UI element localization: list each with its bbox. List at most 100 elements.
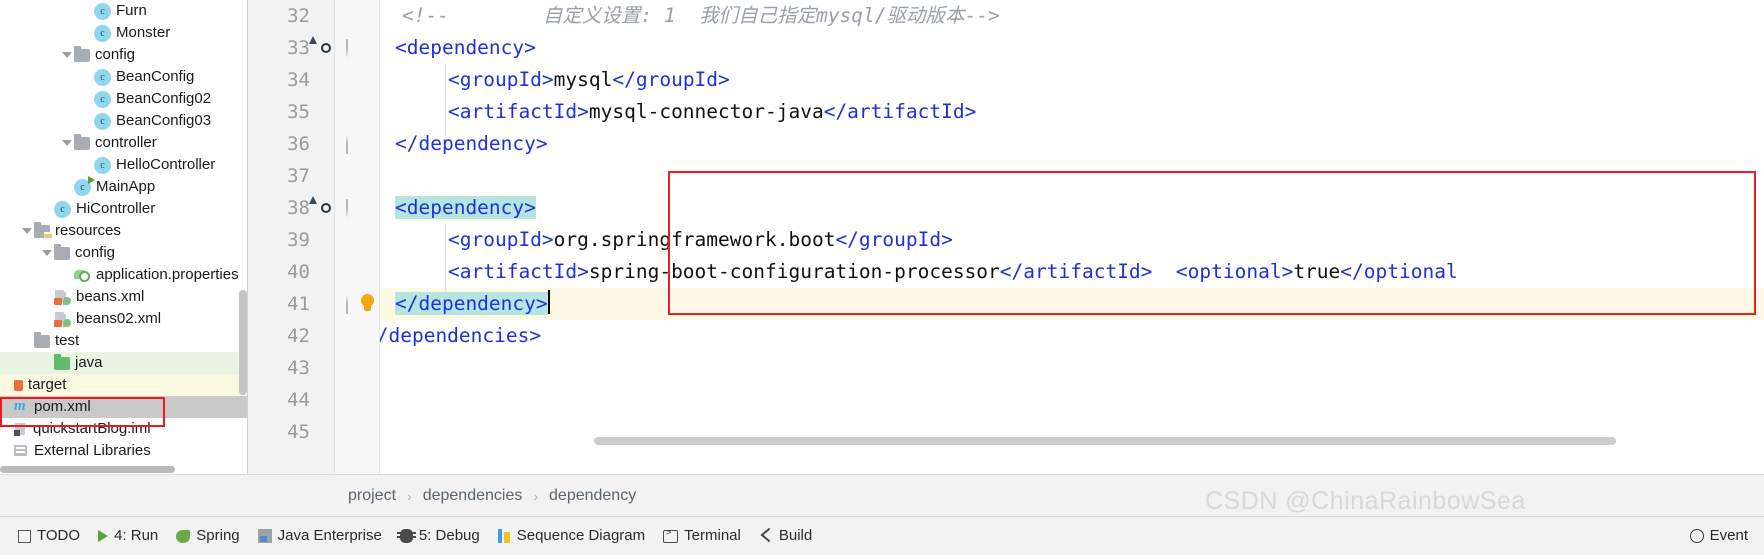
bottom-tool-4-run[interactable]: 4: Run [98,527,158,545]
code-line[interactable]: </dependency> [395,128,548,160]
tree-item-hellocontroller[interactable]: c HelloController [0,154,247,176]
tree-item-pom-xml[interactable]: pom.xml [0,396,247,418]
runnable-class-icon: c [74,175,95,196]
tree-item-external-libraries[interactable]: External Libraries [0,440,247,462]
bottom-tool-label: TODO [37,527,81,544]
class-icon: c [94,2,111,20]
tree-item-label: External Libraries [34,442,151,459]
code-line[interactable]: </dependencies> [380,320,541,352]
folder-icon [34,331,50,348]
class-icon: c [94,68,111,86]
expand-arrow-icon[interactable] [60,44,74,66]
tree-item-label: config [95,46,136,63]
expand-arrow-icon[interactable] [40,242,54,264]
breadcrumb-item-project[interactable]: project [346,487,398,505]
properties-file-icon [74,268,91,282]
expand-arrow-icon[interactable] [20,220,34,242]
fold-marker[interactable] [346,39,364,58]
tree-item-beanconfig02[interactable]: c BeanConfig02 [0,88,247,110]
tree-item-config[interactable]: config [0,242,247,264]
tree-item-test[interactable]: test [0,330,247,352]
indent-guide [445,224,446,296]
tree-item-application-properties[interactable]: application.properties [0,264,247,286]
tree-item-beans02-xml[interactable]: beans02.xml [0,308,247,330]
fold-gutter[interactable] [335,0,379,474]
tree-item-quickstartblog-iml[interactable]: quickstartBlog.iml [0,418,247,440]
line-number: 45 [287,421,310,443]
code-token: </dependency> [395,292,548,315]
sidebar-horizontal-scrollbar[interactable] [0,466,175,473]
project-tree-list: c Furn c Monster config c BeanConfig c BeanConfi… [0,0,247,462]
bottom-tool-java-enterprise[interactable]: Java Enterprise [257,527,382,545]
terminal-icon [663,528,679,543]
tree-item-hicontroller[interactable]: c HiController [0,198,247,220]
bottom-tool-todo[interactable]: TODO [18,527,80,545]
breadcrumb-item-dependency[interactable]: dependency [547,487,638,505]
tree-item-beans-xml[interactable]: beans.xml [0,286,247,308]
editor-horizontal-scrollbar[interactable] [594,437,1616,445]
sidebar-vertical-scrollbar[interactable] [239,290,247,395]
tree-item-label: controller [95,134,157,151]
tree-item-label: HelloController [116,156,216,173]
folder-icon [74,133,90,150]
debug-icon [396,529,416,543]
code-line[interactable]: <groupId>mysql</groupId> [448,64,730,96]
code-token: mysql [553,68,613,91]
tree-item-monster[interactable]: c Monster [0,22,247,44]
breadcrumb-separator-icon: › [407,487,412,504]
bottom-tool-sequence-diagram[interactable]: Sequence Diagram [497,527,645,545]
bottom-tool-build[interactable]: Build [759,527,812,545]
tree-item-label: config [75,244,116,261]
line-number: 34 [287,69,310,91]
line-number: 44 [287,389,310,411]
code-line[interactable]: <artifactId>mysql-connector-java</artifa… [448,96,976,128]
tree-item-resources[interactable]: resources [0,220,247,242]
tree-item-label: BeanConfig03 [116,112,212,129]
tree-item-config[interactable]: config [0,44,247,66]
bottom-tool-terminal[interactable]: Terminal [663,527,741,545]
spring-xml-icon [54,290,71,305]
tree-item-label: beans02.xml [76,310,162,327]
code-token: </groupId> [612,68,730,91]
bottom-tool-window-bar[interactable]: TODO 4: Run Spring Java Enterprise 5: Debug S… [0,516,1764,555]
breadcrumb-item-dependencies[interactable]: dependencies [421,487,525,505]
tree-item-java[interactable]: java [0,352,247,374]
tree-item-label: MainApp [96,178,156,195]
code-token: </dependency> [395,132,548,155]
maven-dependency-icon[interactable] [316,198,340,222]
tree-item-mainapp[interactable]: c MainApp [0,175,247,198]
code-line[interactable]: <dependency> [395,192,536,224]
code-text-area[interactable]: <!-- 自定义设置: 1 我们自己指定mysql/驱动版本--> <depend… [380,0,1764,474]
code-line[interactable]: <dependency> [395,32,536,64]
tree-item-furn[interactable]: c Furn [0,0,247,22]
code-line[interactable]: </dependency> [395,288,550,320]
maven-dependency-icon[interactable] [316,38,340,62]
spring-icon [176,529,191,543]
project-tree-panel[interactable]: c Furn c Monster config c BeanConfig c BeanConfi… [0,0,247,474]
fold-marker[interactable] [346,135,364,154]
code-line[interactable]: <!-- 自定义设置: 1 我们自己指定mysql/驱动版本--> [402,0,1000,32]
code-editor[interactable]: 32 33 34 35 36 37 38 39 40 41 42 43 44 45 <!-- 自定义设置:… [248,0,1764,474]
code-token: <artifactId> [448,260,589,283]
tree-item-controller[interactable]: controller [0,132,247,154]
line-number: 36 [287,133,310,155]
tree-item-target[interactable]: target [0,374,247,396]
bottom-tool-5-debug[interactable]: 5: Debug [396,527,480,545]
code-line[interactable]: <groupId>org.springframework.boot</group… [448,224,953,256]
tree-item-beanconfig[interactable]: c BeanConfig [0,66,247,88]
line-number: 37 [287,165,310,187]
expand-arrow-icon[interactable] [60,132,74,154]
bottom-tool-spring[interactable]: Spring [176,527,240,545]
bottom-tool-label: Java Enterprise [277,527,382,544]
fold-marker[interactable] [346,199,364,218]
breadcrumb-bar[interactable]: project › dependencies › dependency [0,474,1764,516]
bottom-tool-label: 4: Run [114,527,159,544]
fold-marker[interactable] [346,295,364,314]
tree-item-beanconfig03[interactable]: c BeanConfig03 [0,110,247,132]
code-line[interactable]: <artifactId>spring-boot-configuration-pr… [448,256,1458,288]
class-icon: c [94,90,111,108]
tree-item-label: target [28,376,67,393]
event-log-button[interactable]: Event [1689,527,1748,545]
